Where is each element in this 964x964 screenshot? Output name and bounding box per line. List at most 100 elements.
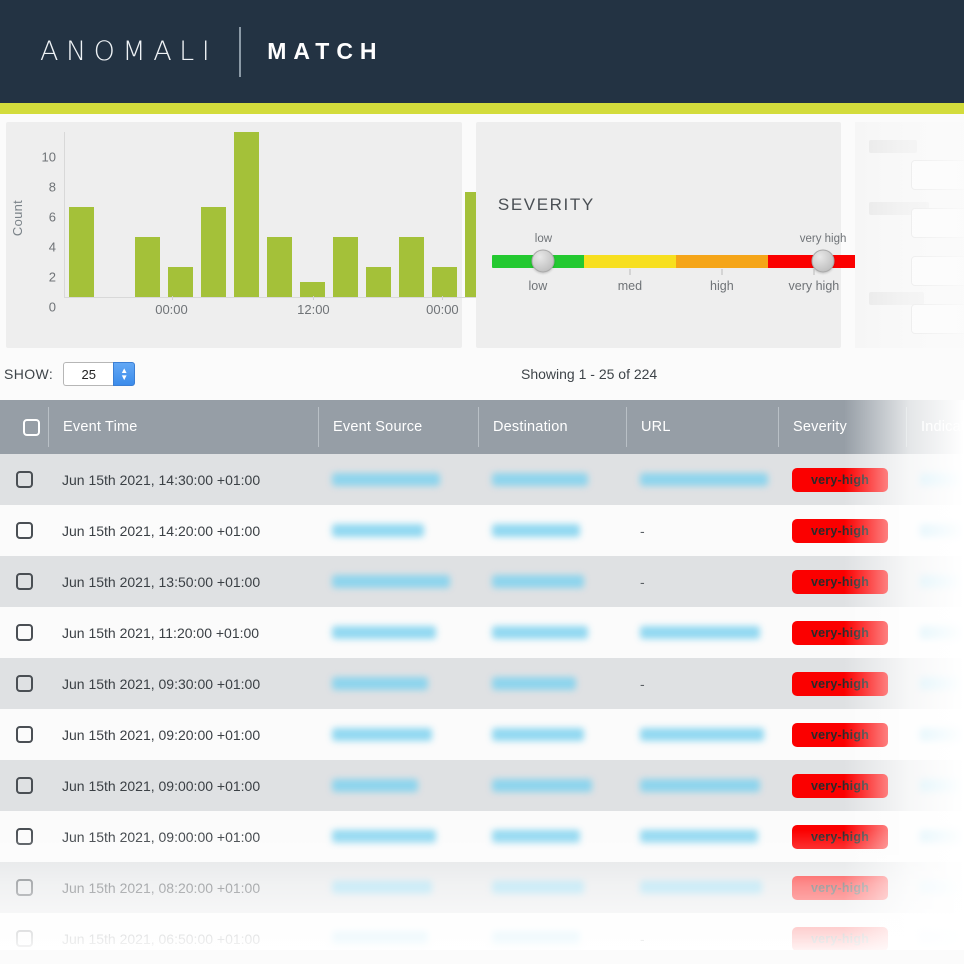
row-checkbox[interactable]: [15, 573, 33, 590]
row-select-cell[interactable]: [0, 862, 48, 913]
cell-indicator[interactable]: [906, 607, 964, 658]
row-checkbox[interactable]: [15, 675, 33, 692]
cell-url[interactable]: [626, 454, 778, 505]
table-row[interactable]: Jun 15th 2021, 09:20:00 +01:00 very-high: [0, 709, 964, 760]
cell-event-source[interactable]: [318, 709, 478, 760]
chevron-down-icon[interactable]: ▼: [120, 374, 128, 382]
row-select-cell[interactable]: [0, 556, 48, 607]
ghost-field-input[interactable]: [910, 160, 964, 190]
row-checkbox[interactable]: [15, 522, 33, 539]
cell-event-source[interactable]: [318, 556, 478, 607]
cell-indicator[interactable]: [906, 505, 964, 556]
cell-url[interactable]: [626, 862, 778, 913]
row-select-cell[interactable]: [0, 709, 48, 760]
ghost-field-input[interactable]: [910, 208, 964, 238]
column-header-severity[interactable]: Severity: [778, 407, 906, 447]
table-row[interactable]: Jun 15th 2021, 09:00:00 +01:00 very-high: [0, 760, 964, 811]
cell-url[interactable]: -: [626, 556, 778, 607]
chart-bar[interactable]: [69, 207, 94, 297]
column-header-event-time[interactable]: Event Time: [48, 407, 318, 447]
chart-bar[interactable]: [135, 237, 160, 297]
cell-event-source[interactable]: [318, 913, 478, 950]
column-header-event-source[interactable]: Event Source: [318, 407, 478, 447]
cell-destination[interactable]: [478, 862, 626, 913]
row-checkbox[interactable]: [15, 777, 33, 794]
table-row[interactable]: Jun 15th 2021, 09:00:00 +01:00 very-high: [0, 811, 964, 862]
table-row[interactable]: Jun 15th 2021, 14:20:00 +01:00 - very-high: [0, 505, 964, 556]
cell-event-source[interactable]: [318, 760, 478, 811]
cell-event-source[interactable]: [318, 505, 478, 556]
cell-destination[interactable]: [478, 709, 626, 760]
row-checkbox[interactable]: [15, 828, 33, 845]
cell-url[interactable]: [626, 760, 778, 811]
cell-destination[interactable]: [478, 760, 626, 811]
row-checkbox[interactable]: [15, 879, 33, 896]
row-checkbox[interactable]: [15, 726, 33, 743]
cell-url[interactable]: -: [626, 913, 778, 950]
cell-indicator[interactable]: [906, 658, 964, 709]
cell-destination[interactable]: [478, 607, 626, 658]
chart-bar[interactable]: [300, 282, 325, 297]
cell-url[interactable]: [626, 811, 778, 862]
cell-indicator[interactable]: [906, 913, 964, 950]
cell-indicator[interactable]: [906, 709, 964, 760]
chart-bar[interactable]: [201, 207, 226, 297]
severity-slider-handle[interactable]: [531, 249, 555, 273]
ghost-field-input[interactable]: [910, 304, 964, 334]
chart-bar[interactable]: [168, 267, 193, 297]
cell-event-source[interactable]: [318, 607, 478, 658]
column-header-destination[interactable]: Destination: [478, 407, 626, 447]
table-row[interactable]: Jun 15th 2021, 09:30:00 +01:00 - very-high: [0, 658, 964, 709]
chart-bar[interactable]: [399, 237, 424, 297]
cell-indicator[interactable]: [906, 811, 964, 862]
table-row[interactable]: Jun 15th 2021, 06:50:00 +01:00 - very-high: [0, 913, 964, 950]
cell-indicator[interactable]: [906, 760, 964, 811]
cell-destination[interactable]: [478, 658, 626, 709]
page-size-stepper[interactable]: ▲ ▼: [63, 362, 136, 386]
cell-destination[interactable]: [478, 913, 626, 950]
row-select-cell[interactable]: [0, 607, 48, 658]
table-row[interactable]: Jun 15th 2021, 13:50:00 +01:00 - very-high: [0, 556, 964, 607]
chart-bar[interactable]: [267, 237, 292, 297]
cell-destination[interactable]: [478, 454, 626, 505]
row-checkbox[interactable]: [15, 930, 33, 947]
chart-bar[interactable]: [234, 132, 259, 297]
cell-event-source[interactable]: [318, 454, 478, 505]
cell-event-source[interactable]: [318, 811, 478, 862]
cell-destination[interactable]: [478, 505, 626, 556]
page-size-input[interactable]: [63, 362, 114, 386]
column-header-url[interactable]: URL: [626, 407, 778, 447]
chart-bar[interactable]: [432, 267, 457, 297]
cell-url[interactable]: -: [626, 505, 778, 556]
row-select-cell[interactable]: [0, 811, 48, 862]
row-select-cell[interactable]: [0, 505, 48, 556]
row-select-cell[interactable]: [0, 913, 48, 950]
table-row[interactable]: Jun 15th 2021, 11:20:00 +01:00 very-high: [0, 607, 964, 658]
cell-indicator[interactable]: [906, 454, 964, 505]
row-select-cell[interactable]: [0, 658, 48, 709]
chart-bar[interactable]: [333, 237, 358, 297]
row-checkbox[interactable]: [15, 624, 33, 641]
select-all-checkbox[interactable]: [22, 418, 40, 436]
row-checkbox[interactable]: [15, 471, 33, 488]
severity-slider-handle[interactable]: [811, 249, 835, 273]
cell-indicator[interactable]: [906, 556, 964, 607]
cell-event-source[interactable]: [318, 862, 478, 913]
column-header-indicator[interactable]: Indicator: [906, 407, 964, 447]
row-select-cell[interactable]: [0, 760, 48, 811]
cell-destination[interactable]: [478, 811, 626, 862]
cell-destination[interactable]: [478, 556, 626, 607]
select-all-header[interactable]: [0, 407, 48, 447]
stepper-arrows-icon[interactable]: ▲ ▼: [113, 362, 136, 386]
table-row[interactable]: Jun 15th 2021, 08:20:00 +01:00 very-high: [0, 862, 964, 913]
chart-bar[interactable]: [366, 267, 391, 297]
cell-url[interactable]: -: [626, 658, 778, 709]
ghost-field-input[interactable]: [910, 256, 964, 286]
row-select-cell[interactable]: [0, 454, 48, 505]
severity-panel-title: SEVERITY: [497, 195, 595, 214]
table-row[interactable]: Jun 15th 2021, 14:30:00 +01:00 very-high: [0, 454, 964, 505]
cell-event-source[interactable]: [318, 658, 478, 709]
cell-url[interactable]: [626, 607, 778, 658]
cell-url[interactable]: [626, 709, 778, 760]
cell-indicator[interactable]: [906, 862, 964, 913]
